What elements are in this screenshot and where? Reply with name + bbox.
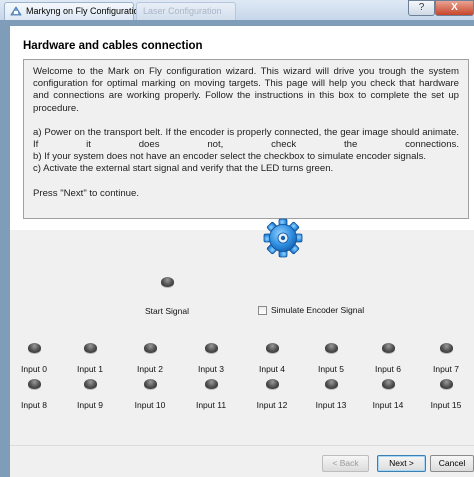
cancel-button[interactable]: Cancel [430, 455, 474, 472]
window-title: Markyng on Fly Configuration [26, 6, 144, 16]
wizard-page-panel: Hardware and cables connection Welcome t… [10, 26, 474, 230]
instructions-step-a: a) Power on the transport belt. If the e… [33, 126, 459, 151]
input-label: Input 11 [195, 400, 227, 410]
window-titlebar: Markyng on Fly Configuration Laser Confi… [0, 0, 474, 20]
input-label: Input 8 [21, 400, 47, 410]
page-title: Hardware and cables connection [23, 40, 203, 52]
next-button[interactable]: Next > [377, 455, 426, 472]
help-button[interactable]: ? [408, 0, 435, 16]
back-button[interactable]: < Back [322, 455, 369, 472]
close-button[interactable]: X [435, 0, 474, 16]
input-led [84, 343, 97, 353]
start-signal-led [161, 277, 174, 287]
input-label: Input 2 [137, 364, 163, 374]
input-label: Input 1 [77, 364, 103, 374]
input-label: Input 15 [430, 400, 462, 410]
input-label: Input 9 [77, 400, 103, 410]
instructions-intro: Welcome to the Mark on Fly configuration… [33, 66, 459, 114]
instructions-footer: Press "Next" to continue. [33, 187, 139, 199]
input-label: Input 12 [256, 400, 288, 410]
simulate-encoder-checkbox[interactable] [258, 306, 267, 315]
input-led [205, 379, 218, 389]
instructions-box: Welcome to the Mark on Fly configuration… [23, 59, 469, 219]
input-label: Input 5 [318, 364, 344, 374]
input-label: Input 0 [21, 364, 47, 374]
input-led [440, 379, 453, 389]
input-led [266, 343, 279, 353]
instructions-step-c: c) Activate the external start signal an… [33, 163, 334, 175]
input-led [382, 343, 395, 353]
window-tab-active[interactable]: Markyng on Fly Configuration [4, 2, 144, 20]
instructions-step-b: b) If your system does not have an encod… [33, 151, 427, 163]
input-led [144, 379, 157, 389]
wizard-app-icon [10, 6, 22, 16]
input-led [205, 343, 218, 353]
input-led [28, 379, 41, 389]
input-led [440, 343, 453, 353]
footer-separator [10, 445, 474, 446]
start-signal-label: Start Signal [145, 306, 189, 316]
input-led [84, 379, 97, 389]
input-led [28, 343, 41, 353]
input-label: Input 13 [315, 400, 347, 410]
inactive-tab-title: Laser Configuration [143, 6, 222, 16]
input-label: Input 10 [134, 400, 166, 410]
simulate-encoder-label[interactable]: Simulate Encoder Signal [271, 305, 364, 315]
input-led [266, 379, 279, 389]
input-label: Input 6 [375, 364, 401, 374]
input-led [325, 343, 338, 353]
input-led [325, 379, 338, 389]
input-label: Input 3 [198, 364, 224, 374]
window-tab-inactive[interactable]: Laser Configuration [136, 2, 236, 20]
input-label: Input 14 [372, 400, 404, 410]
input-led [144, 343, 157, 353]
input-label: Input 4 [259, 364, 285, 374]
encoder-gear-icon [263, 218, 303, 258]
input-led [382, 379, 395, 389]
input-label: Input 7 [433, 364, 459, 374]
